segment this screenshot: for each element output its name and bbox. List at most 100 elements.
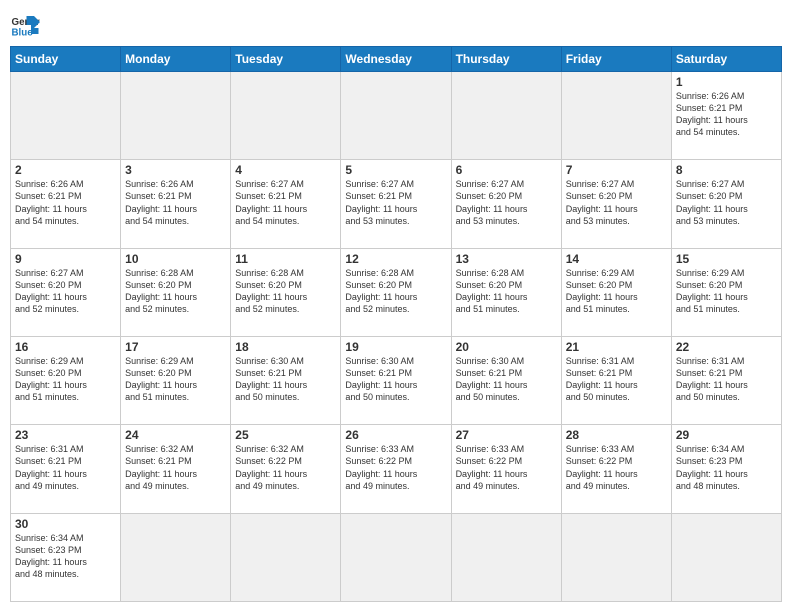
day-number: 27: [456, 428, 557, 442]
weekday-header-tuesday: Tuesday: [231, 47, 341, 72]
day-number: 28: [566, 428, 667, 442]
day-number: 12: [345, 252, 446, 266]
weekday-header-monday: Monday: [121, 47, 231, 72]
day-number: 26: [345, 428, 446, 442]
calendar-week-row: 1Sunrise: 6:26 AMSunset: 6:21 PMDaylight…: [11, 72, 782, 160]
calendar-cell: [561, 513, 671, 601]
day-number: 14: [566, 252, 667, 266]
calendar-cell: 5Sunrise: 6:27 AMSunset: 6:21 PMDaylight…: [341, 160, 451, 248]
day-info: Sunrise: 6:27 AMSunset: 6:21 PMDaylight:…: [345, 178, 446, 227]
day-number: 18: [235, 340, 336, 354]
day-info: Sunrise: 6:30 AMSunset: 6:21 PMDaylight:…: [235, 355, 336, 404]
calendar-cell: [11, 72, 121, 160]
day-number: 16: [15, 340, 116, 354]
day-number: 20: [456, 340, 557, 354]
day-number: 13: [456, 252, 557, 266]
day-info: Sunrise: 6:28 AMSunset: 6:20 PMDaylight:…: [456, 267, 557, 316]
header: General Blue: [10, 10, 782, 40]
day-info: Sunrise: 6:26 AMSunset: 6:21 PMDaylight:…: [125, 178, 226, 227]
day-number: 8: [676, 163, 777, 177]
calendar-cell: 18Sunrise: 6:30 AMSunset: 6:21 PMDayligh…: [231, 336, 341, 424]
calendar-cell: [451, 513, 561, 601]
calendar-cell: 26Sunrise: 6:33 AMSunset: 6:22 PMDayligh…: [341, 425, 451, 513]
calendar-cell: [451, 72, 561, 160]
day-info: Sunrise: 6:32 AMSunset: 6:21 PMDaylight:…: [125, 443, 226, 492]
day-info: Sunrise: 6:32 AMSunset: 6:22 PMDaylight:…: [235, 443, 336, 492]
page: General Blue SundayMondayTuesdayWednesda…: [0, 0, 792, 612]
day-info: Sunrise: 6:31 AMSunset: 6:21 PMDaylight:…: [15, 443, 116, 492]
day-number: 19: [345, 340, 446, 354]
day-info: Sunrise: 6:28 AMSunset: 6:20 PMDaylight:…: [345, 267, 446, 316]
calendar-cell: [341, 513, 451, 601]
calendar-cell: [121, 513, 231, 601]
day-info: Sunrise: 6:29 AMSunset: 6:20 PMDaylight:…: [15, 355, 116, 404]
day-number: 10: [125, 252, 226, 266]
day-info: Sunrise: 6:27 AMSunset: 6:21 PMDaylight:…: [235, 178, 336, 227]
calendar-week-row: 16Sunrise: 6:29 AMSunset: 6:20 PMDayligh…: [11, 336, 782, 424]
day-info: Sunrise: 6:33 AMSunset: 6:22 PMDaylight:…: [456, 443, 557, 492]
calendar-week-row: 30Sunrise: 6:34 AMSunset: 6:23 PMDayligh…: [11, 513, 782, 601]
calendar-cell: 23Sunrise: 6:31 AMSunset: 6:21 PMDayligh…: [11, 425, 121, 513]
day-number: 3: [125, 163, 226, 177]
weekday-header-sunday: Sunday: [11, 47, 121, 72]
weekday-header-thursday: Thursday: [451, 47, 561, 72]
calendar-cell: 13Sunrise: 6:28 AMSunset: 6:20 PMDayligh…: [451, 248, 561, 336]
day-info: Sunrise: 6:28 AMSunset: 6:20 PMDaylight:…: [125, 267, 226, 316]
calendar-cell: [561, 72, 671, 160]
day-info: Sunrise: 6:29 AMSunset: 6:20 PMDaylight:…: [676, 267, 777, 316]
logo: General Blue: [10, 10, 40, 40]
day-info: Sunrise: 6:27 AMSunset: 6:20 PMDaylight:…: [456, 178, 557, 227]
calendar-cell: 15Sunrise: 6:29 AMSunset: 6:20 PMDayligh…: [671, 248, 781, 336]
calendar-cell: 1Sunrise: 6:26 AMSunset: 6:21 PMDaylight…: [671, 72, 781, 160]
day-number: 11: [235, 252, 336, 266]
calendar-cell: 16Sunrise: 6:29 AMSunset: 6:20 PMDayligh…: [11, 336, 121, 424]
day-number: 7: [566, 163, 667, 177]
calendar-cell: 27Sunrise: 6:33 AMSunset: 6:22 PMDayligh…: [451, 425, 561, 513]
day-number: 15: [676, 252, 777, 266]
svg-text:Blue: Blue: [12, 28, 34, 39]
day-info: Sunrise: 6:29 AMSunset: 6:20 PMDaylight:…: [566, 267, 667, 316]
calendar-cell: 30Sunrise: 6:34 AMSunset: 6:23 PMDayligh…: [11, 513, 121, 601]
day-number: 25: [235, 428, 336, 442]
calendar-week-row: 9Sunrise: 6:27 AMSunset: 6:20 PMDaylight…: [11, 248, 782, 336]
calendar-cell: 22Sunrise: 6:31 AMSunset: 6:21 PMDayligh…: [671, 336, 781, 424]
calendar-cell: [231, 72, 341, 160]
calendar-cell: [671, 513, 781, 601]
day-number: 4: [235, 163, 336, 177]
logo-icon: General Blue: [10, 10, 40, 40]
day-number: 1: [676, 75, 777, 89]
day-info: Sunrise: 6:33 AMSunset: 6:22 PMDaylight:…: [345, 443, 446, 492]
weekday-header-friday: Friday: [561, 47, 671, 72]
day-number: 22: [676, 340, 777, 354]
weekday-header-wednesday: Wednesday: [341, 47, 451, 72]
calendar-cell: 11Sunrise: 6:28 AMSunset: 6:20 PMDayligh…: [231, 248, 341, 336]
calendar-cell: 29Sunrise: 6:34 AMSunset: 6:23 PMDayligh…: [671, 425, 781, 513]
day-number: 21: [566, 340, 667, 354]
calendar-cell: 24Sunrise: 6:32 AMSunset: 6:21 PMDayligh…: [121, 425, 231, 513]
day-number: 2: [15, 163, 116, 177]
calendar-cell: 21Sunrise: 6:31 AMSunset: 6:21 PMDayligh…: [561, 336, 671, 424]
day-info: Sunrise: 6:31 AMSunset: 6:21 PMDaylight:…: [676, 355, 777, 404]
day-info: Sunrise: 6:26 AMSunset: 6:21 PMDaylight:…: [15, 178, 116, 227]
calendar-cell: 14Sunrise: 6:29 AMSunset: 6:20 PMDayligh…: [561, 248, 671, 336]
day-number: 17: [125, 340, 226, 354]
day-number: 5: [345, 163, 446, 177]
calendar-table: SundayMondayTuesdayWednesdayThursdayFrid…: [10, 46, 782, 602]
day-number: 29: [676, 428, 777, 442]
calendar-cell: 28Sunrise: 6:33 AMSunset: 6:22 PMDayligh…: [561, 425, 671, 513]
day-number: 30: [15, 517, 116, 531]
calendar-cell: 4Sunrise: 6:27 AMSunset: 6:21 PMDaylight…: [231, 160, 341, 248]
day-info: Sunrise: 6:27 AMSunset: 6:20 PMDaylight:…: [15, 267, 116, 316]
weekday-header-saturday: Saturday: [671, 47, 781, 72]
day-info: Sunrise: 6:30 AMSunset: 6:21 PMDaylight:…: [345, 355, 446, 404]
weekday-header-row: SundayMondayTuesdayWednesdayThursdayFrid…: [11, 47, 782, 72]
day-info: Sunrise: 6:34 AMSunset: 6:23 PMDaylight:…: [676, 443, 777, 492]
day-info: Sunrise: 6:33 AMSunset: 6:22 PMDaylight:…: [566, 443, 667, 492]
day-info: Sunrise: 6:31 AMSunset: 6:21 PMDaylight:…: [566, 355, 667, 404]
day-info: Sunrise: 6:29 AMSunset: 6:20 PMDaylight:…: [125, 355, 226, 404]
day-info: Sunrise: 6:27 AMSunset: 6:20 PMDaylight:…: [566, 178, 667, 227]
calendar-cell: [231, 513, 341, 601]
day-number: 6: [456, 163, 557, 177]
day-number: 23: [15, 428, 116, 442]
calendar-cell: 25Sunrise: 6:32 AMSunset: 6:22 PMDayligh…: [231, 425, 341, 513]
